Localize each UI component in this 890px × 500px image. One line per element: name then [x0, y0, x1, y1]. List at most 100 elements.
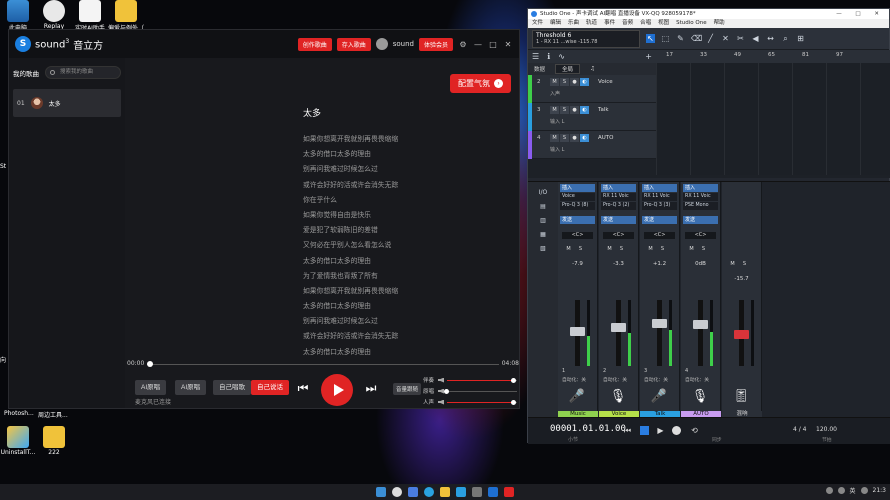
bend-tool-icon[interactable]: ↔	[766, 34, 775, 43]
note-icon[interactable]: ♫	[590, 66, 595, 72]
self-sing-button[interactable]: 自己唱歌	[213, 380, 251, 395]
desktop-icon-uninstall[interactable]: UninstallT...	[0, 426, 36, 456]
automation-mode[interactable]: 自动化：关	[562, 376, 586, 383]
menu-item[interactable]: 合唱	[640, 19, 651, 28]
fader-handle[interactable]	[652, 319, 667, 329]
insert-header[interactable]: 插入	[642, 184, 677, 192]
record-button[interactable]	[672, 426, 681, 435]
solo-button[interactable]: S	[560, 106, 569, 114]
app-icon[interactable]	[488, 487, 498, 497]
zoom-tool-icon[interactable]: ⌕	[781, 34, 790, 43]
desktop-icon-ai-assistant[interactable]: 实时AI助手	[72, 0, 108, 32]
fader-track[interactable]	[657, 300, 662, 366]
mute-tool-icon[interactable]: ✕	[721, 34, 730, 43]
automation-mode[interactable]: 自动化：关	[685, 376, 709, 383]
send-header[interactable]: 发送	[560, 216, 595, 224]
split-tool-icon[interactable]: ✂	[736, 34, 745, 43]
insert-slot[interactable]: Voice	[560, 193, 595, 201]
record-arm-button[interactable]: ●	[570, 106, 579, 114]
mixer-side-button[interactable]: I/O	[528, 189, 558, 196]
send-header[interactable]: 发送	[683, 216, 718, 224]
mute-button[interactable]: M	[687, 245, 696, 253]
menu-item[interactable]: 编辑	[550, 19, 561, 28]
mixer-side-button[interactable]: ▧	[528, 245, 558, 252]
speaker-icon[interactable]	[438, 377, 444, 383]
menu-item[interactable]: 音频	[622, 19, 633, 28]
record-arm-button[interactable]: ●	[570, 134, 579, 142]
add-track-icon[interactable]: +	[645, 52, 652, 61]
mixer-side-button[interactable]: ▦	[528, 231, 558, 238]
loop-icon[interactable]: ⟲	[690, 426, 699, 435]
fader-value[interactable]: +1.2	[640, 261, 679, 267]
app-icon[interactable]	[472, 487, 482, 497]
ai-original-button-2[interactable]: AI原唱	[175, 380, 207, 395]
settings-gear-icon[interactable]: ⚙	[458, 40, 468, 49]
paint-tool-icon[interactable]: ╱	[706, 34, 715, 43]
task-view-icon[interactable]	[408, 487, 418, 497]
record-arm-button[interactable]: ●	[570, 78, 579, 86]
solo-button[interactable]: S	[740, 260, 749, 268]
play-button[interactable]	[321, 374, 353, 406]
track-row[interactable]: 2 M S ● ◐ Voice 入声	[528, 75, 656, 103]
menu-item[interactable]: 帮助	[714, 19, 725, 28]
previous-icon[interactable]: ⏮	[295, 380, 311, 396]
desktop-icon-222[interactable]: 222	[36, 426, 72, 456]
menu-item[interactable]: 轨道	[586, 19, 597, 28]
pan-knob[interactable]: <C>	[562, 232, 593, 239]
mixer-side-button[interactable]: ▤	[528, 203, 558, 210]
track-name[interactable]: AUTO	[598, 135, 613, 141]
config-atmosphere-button[interactable]: 配置气氛 ›	[450, 74, 511, 93]
preset-selector[interactable]: Threshold 6 1 - RX 11 ...wise -115.78	[532, 29, 640, 48]
desktop-icon-folder[interactable]: 偏爱与例外（	[108, 0, 144, 32]
track-name[interactable]: Voice	[598, 79, 613, 85]
fader-handle[interactable]	[734, 330, 749, 339]
search-input[interactable]: 搜索我的歌曲	[45, 66, 121, 79]
solo-button[interactable]: S	[560, 78, 569, 86]
stop-button[interactable]	[640, 426, 649, 435]
insert-header[interactable]: 插入	[560, 184, 595, 192]
menu-item[interactable]: 视图	[658, 19, 669, 28]
avatar[interactable]	[375, 38, 388, 50]
insert-slot[interactable]: RX 11 Voic	[601, 193, 636, 201]
snap-icon[interactable]: ⊞	[796, 34, 805, 43]
monitor-button[interactable]: ◐	[580, 106, 589, 114]
track-row[interactable]: 4 M S ● ◐ AUTO 输入 L	[528, 131, 656, 159]
range-tool-icon[interactable]: ⬚	[661, 34, 670, 43]
mute-button[interactable]: M	[605, 245, 614, 253]
tray-icon[interactable]	[837, 487, 845, 494]
minimize-icon[interactable]: —	[473, 40, 483, 49]
mute-button[interactable]: M	[564, 245, 573, 253]
tempo-value[interactable]: 120.00	[816, 426, 837, 433]
timeline-ruler[interactable]: 17 33 49 65 81 97	[656, 50, 890, 63]
fader-value[interactable]: -3.3	[599, 261, 638, 267]
pencil-tool-icon[interactable]: ✎	[676, 34, 685, 43]
user-name[interactable]: sound	[393, 40, 414, 48]
track-input[interactable]: 输入 L	[550, 118, 564, 125]
maximize-icon[interactable]: □	[488, 40, 498, 49]
search-icon[interactable]	[392, 487, 402, 497]
automation-mode[interactable]: 自动化：关	[644, 376, 668, 383]
global-select[interactable]: 全局	[555, 64, 581, 74]
clock[interactable]: 21:3	[873, 487, 886, 494]
track-row[interactable]: 3 M S ● ◐ Talk 输入 L	[528, 103, 656, 131]
inspector-icon[interactable]: ℹ	[547, 52, 550, 61]
fader-handle[interactable]	[611, 322, 626, 332]
insert-slot[interactable]: Pro-Q 3 (3)	[642, 202, 677, 210]
send-header[interactable]: 发送	[601, 216, 636, 224]
pan-knob[interactable]: <C>	[644, 232, 675, 239]
speaker-icon[interactable]	[860, 487, 868, 494]
ime-indicator[interactable]: 英	[850, 486, 856, 495]
fader-value[interactable]: -15.7	[722, 276, 761, 282]
edge-icon[interactable]	[424, 487, 434, 497]
self-talk-button[interactable]: 自己说话	[251, 380, 289, 395]
monitor-button[interactable]: ◐	[580, 78, 589, 86]
track-name[interactable]: Talk	[598, 107, 609, 113]
mute-button[interactable]: M	[550, 106, 559, 114]
insert-slot[interactable]: RX 11 Voic	[683, 193, 718, 201]
start-icon[interactable]	[376, 487, 386, 497]
speaker-icon[interactable]	[438, 399, 444, 405]
close-icon[interactable]: ✕	[503, 40, 513, 49]
desktop-label-photoshop[interactable]: Photosh...	[4, 410, 34, 417]
automation-mode[interactable]: 自动化：关	[603, 376, 627, 383]
insert-slot[interactable]: RX 11 Voic	[642, 193, 677, 201]
